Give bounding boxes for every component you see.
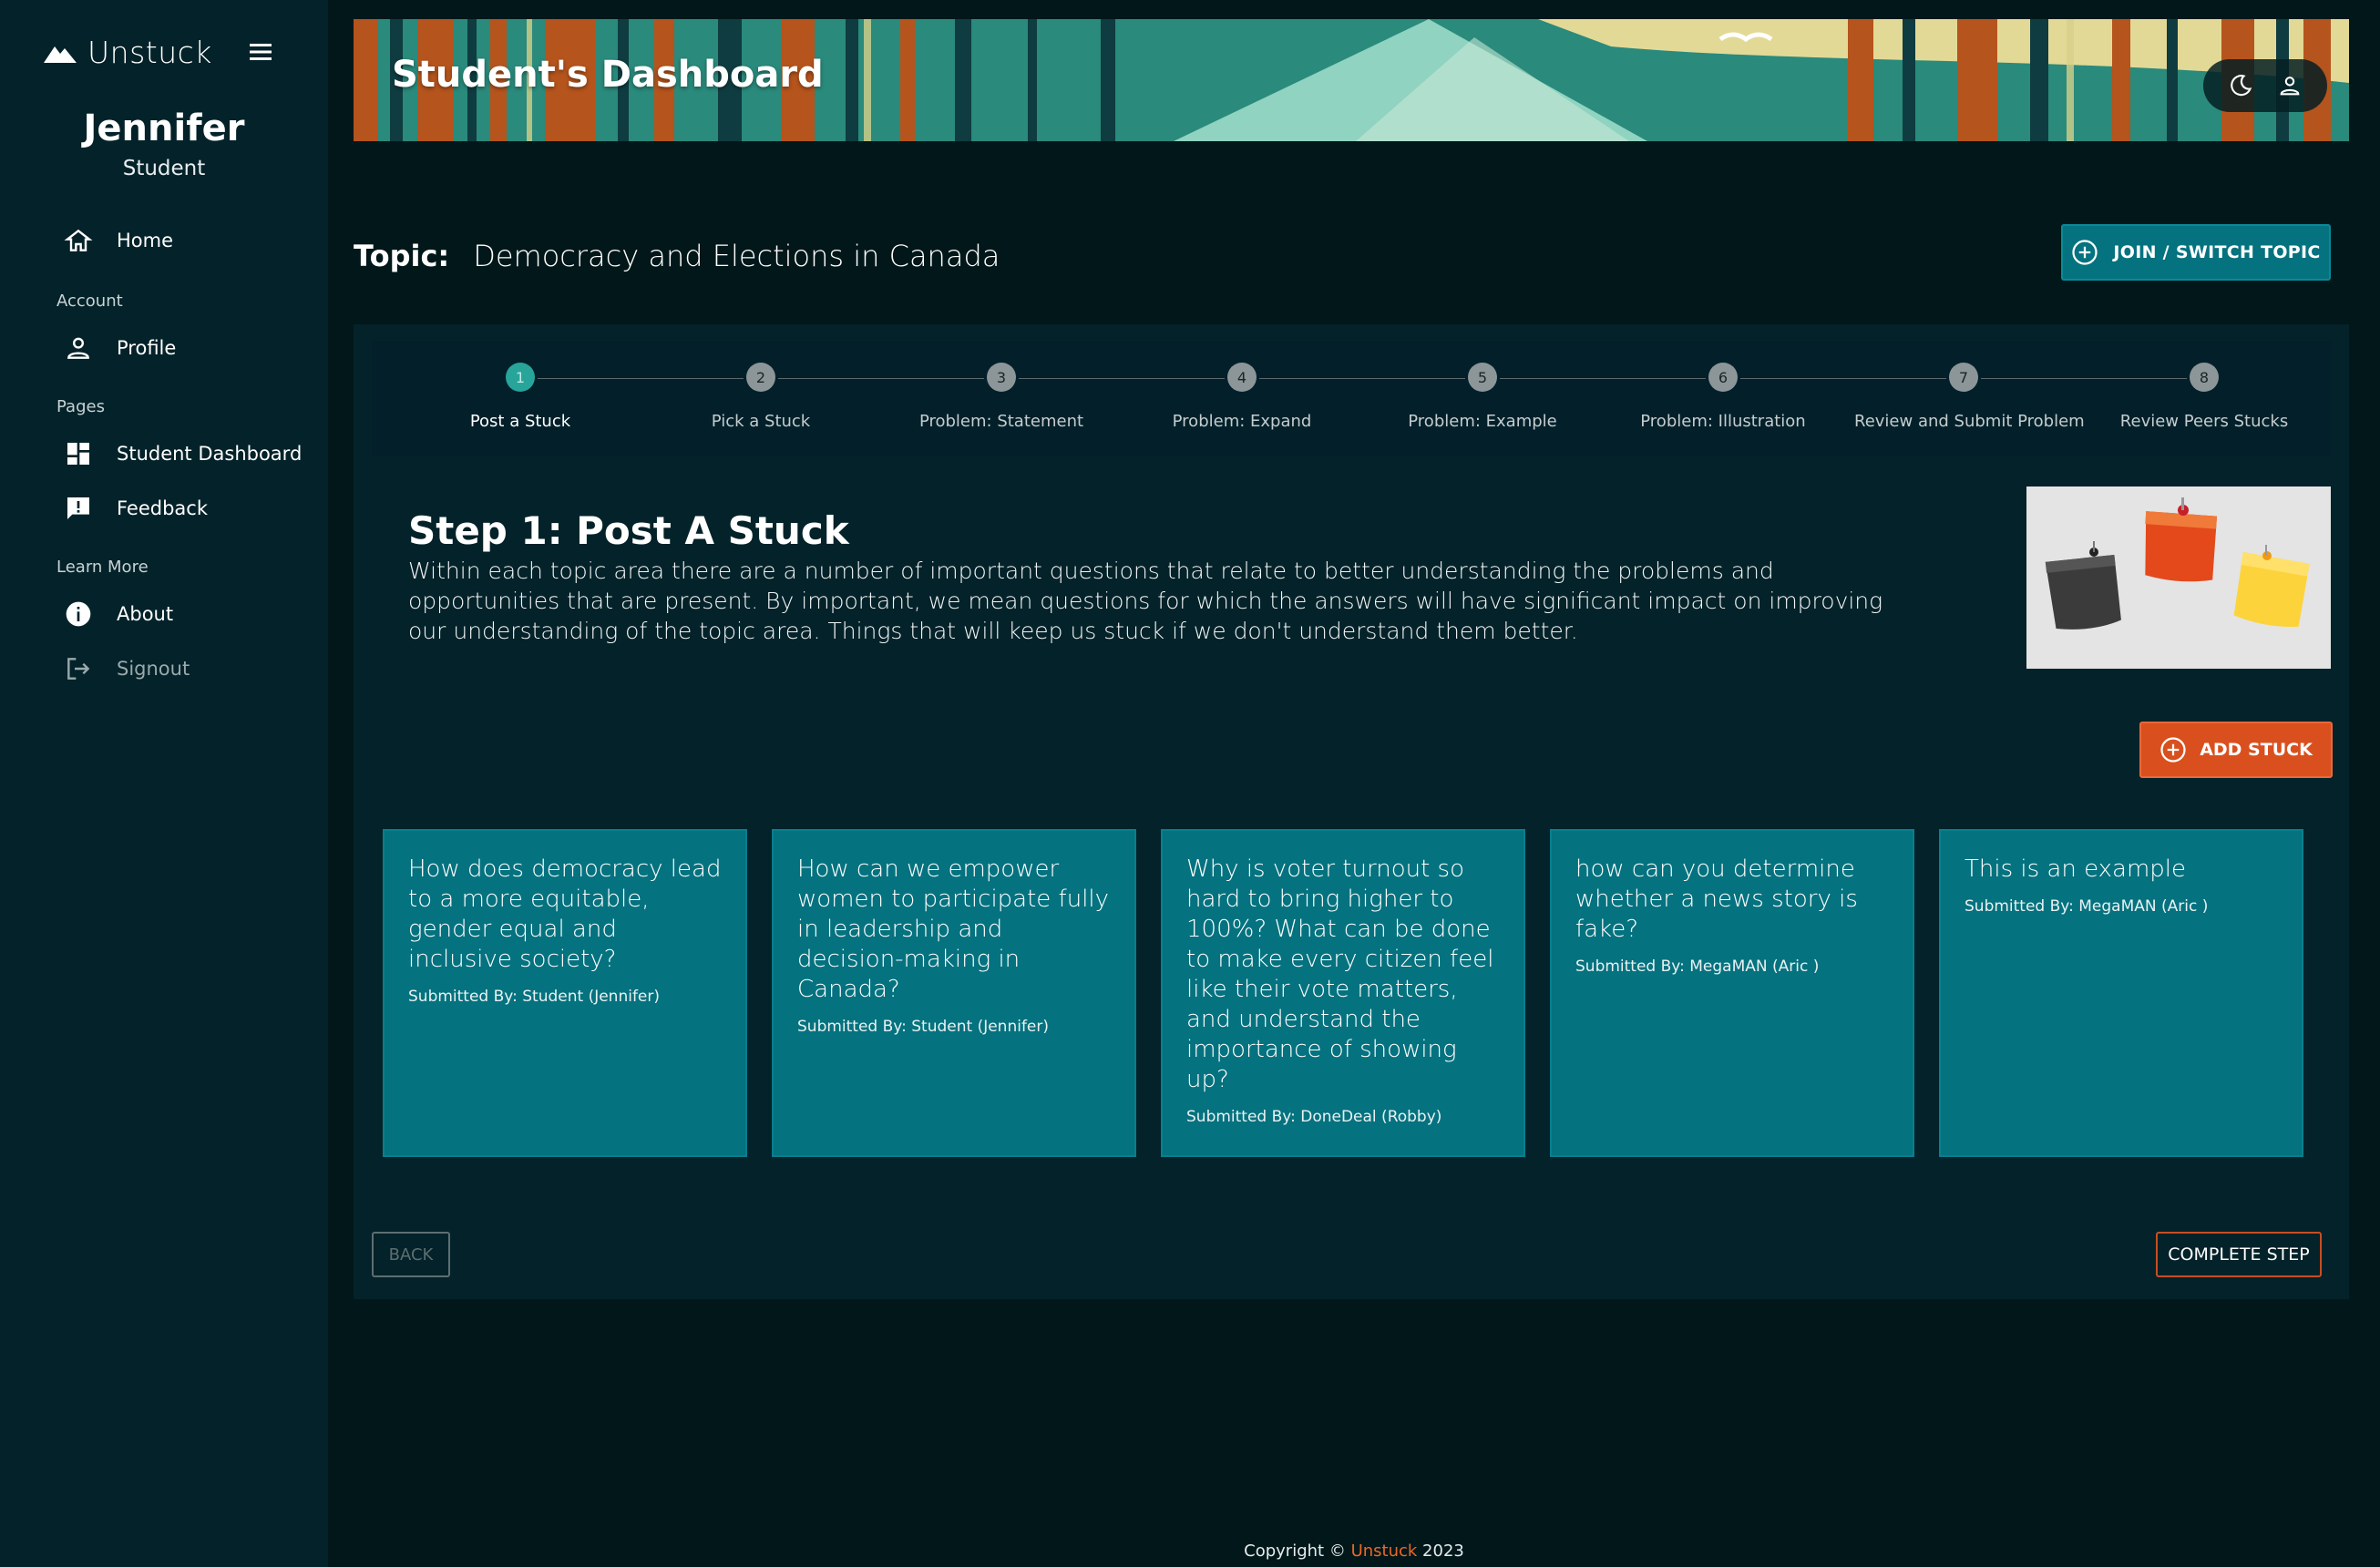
sidebar-item-signout[interactable]: Signout [64,654,190,683]
step-label: Problem: Example [1408,412,1557,431]
copyright-year: 2023 [1422,1541,1464,1561]
step-number: 5 [1468,363,1497,392]
join-switch-topic-label: JOIN / SWITCH TOPIC [2113,242,2321,262]
add-circle-icon [2160,737,2186,763]
sidebar-item-label: Home [117,230,174,251]
sticky-notes-image [2026,486,2331,669]
stuck-question: This is an example [1965,855,2187,883]
stepper: 1 Post a Stuck 2 Pick a Stuck 3 Problem:… [372,341,2331,456]
step-label: Problem: Expand [1172,412,1312,431]
step-3[interactable]: 3 Problem: Statement [892,363,1111,431]
copyright-text: Copyright © [1244,1541,1346,1561]
stuck-submitted-by: Submitted By: MegaMAN (Aric ) [1575,958,1820,976]
step-description: Within each topic area there are a numbe… [408,558,1883,644]
sidebar-item-home[interactable]: Home [64,226,173,255]
feedback-icon [67,497,89,519]
stuck-submitted-by: Submitted By: Student (Jennifer) [408,988,661,1006]
join-switch-topic-button[interactable]: JOIN / SWITCH TOPIC [2061,224,2331,281]
step-title: Step 1: Post A Stuck [408,508,849,553]
step-label: Review and Submit Problem [1854,412,2085,431]
info-icon [66,601,91,627]
stuck-submitted-by: Submitted By: DoneDeal (Robby) [1186,1108,1442,1126]
sidebar-item-profile[interactable]: Profile [64,333,176,363]
stuck-submitted-by: Submitted By: Student (Jennifer) [797,1018,1050,1036]
stuck-question: How does democracy lead to a more equita… [408,855,722,973]
stuck-question: how can you determine whether a news sto… [1575,855,1858,943]
user-name: Jennifer [83,108,245,149]
step-panel: 1 Post a Stuck 2 Pick a Stuck 3 Problem:… [354,324,2349,1299]
sidebar: Unstuck Jennifer Student Home Account Pr… [0,0,328,1567]
stuck-question: How can we empower women to participate … [797,855,1110,1003]
header-banner: Student's Dashboard [354,19,2349,141]
home-icon [64,229,93,251]
person-icon [67,337,89,359]
complete-step-button[interactable]: COMPLETE STEP [2156,1232,2322,1277]
footer-brand-link[interactable]: Unstuck [1351,1541,1418,1561]
stuck-question: Why is voter turnout so hard to bring hi… [1186,855,1494,1093]
topic-row: Topic: Democracy and Elections in Canada [354,239,1000,273]
step-label: Review Peers Stucks [2119,412,2289,431]
step-label: Problem: Illustration [1640,412,1806,431]
footer: Copyright © Unstuck 2023 [328,1541,2380,1561]
sidebar-item-label: Signout [117,658,190,680]
step-5[interactable]: 5 Problem: Example [1373,363,1592,431]
topic-label: Topic: [354,239,450,273]
sidebar-item-about[interactable]: About [64,599,173,629]
section-account: Account [56,292,123,311]
mountain-icon [44,46,77,63]
header-actions [2203,59,2327,112]
stuck-card[interactable]: How does democracy lead to a more equita… [383,829,747,1157]
sidebar-item-feedback[interactable]: Feedback [64,494,208,523]
moon-icon[interactable] [2228,73,2253,98]
stuck-card[interactable]: Why is voter turnout so hard to bring hi… [1161,829,1525,1157]
back-button[interactable]: BACK [372,1232,450,1277]
stuck-card[interactable]: This is an example Submitted By: MegaMAN… [1939,829,2303,1157]
brand-name: Unstuck [87,35,212,70]
section-pages: Pages [56,397,105,416]
step-label: Problem: Statement [918,412,1084,431]
stuck-submitted-by: Submitted By: MegaMAN (Aric ) [1965,897,2209,916]
step-label: Post a Stuck [469,412,571,431]
user-role: Student [122,157,206,180]
page-title: Student's Dashboard [392,54,824,96]
topic-value: Democracy and Elections in Canada [473,239,1000,273]
step-number: 7 [1949,363,1978,392]
user-icon[interactable] [2277,73,2303,98]
step-number: 8 [2190,363,2219,392]
add-circle-icon [2072,240,2098,265]
dashboard-icon [67,443,89,465]
sidebar-item-label: Student Dashboard [117,443,303,465]
sidebar-item-label: About [117,603,174,625]
step-number: 2 [746,363,775,392]
step-label: Pick a Stuck [711,412,811,431]
step-6[interactable]: 6 Problem: Illustration [1614,363,1832,431]
add-stuck-label: ADD STUCK [2200,740,2313,760]
step-number: 6 [1708,363,1738,392]
step-8[interactable]: 8 Review Peers Stucks [2095,363,2313,431]
step-2[interactable]: 2 Pick a Stuck [651,363,870,431]
step-number: 3 [987,363,1016,392]
step-number: 4 [1227,363,1257,392]
section-learn-more: Learn More [56,558,149,577]
stuck-card[interactable]: how can you determine whether a news sto… [1550,829,1914,1157]
sidebar-item-label: Profile [117,337,177,359]
step-7[interactable]: 7 Review and Submit Problem [1854,363,2085,431]
sidebar-item-label: Feedback [117,497,209,519]
step-4[interactable]: 4 Problem: Expand [1133,363,1351,431]
stuck-card[interactable]: How can we empower women to participate … [772,829,1136,1157]
brand-logo[interactable]: Unstuck [44,35,212,70]
signout-icon [67,658,90,680]
step-number: 1 [506,363,535,392]
add-stuck-button[interactable]: ADD STUCK [2139,722,2333,778]
step-1[interactable]: 1 Post a Stuck [411,363,630,431]
hamburger-menu-icon[interactable] [248,42,273,66]
sidebar-item-student-dashboard[interactable]: Student Dashboard [64,439,302,468]
